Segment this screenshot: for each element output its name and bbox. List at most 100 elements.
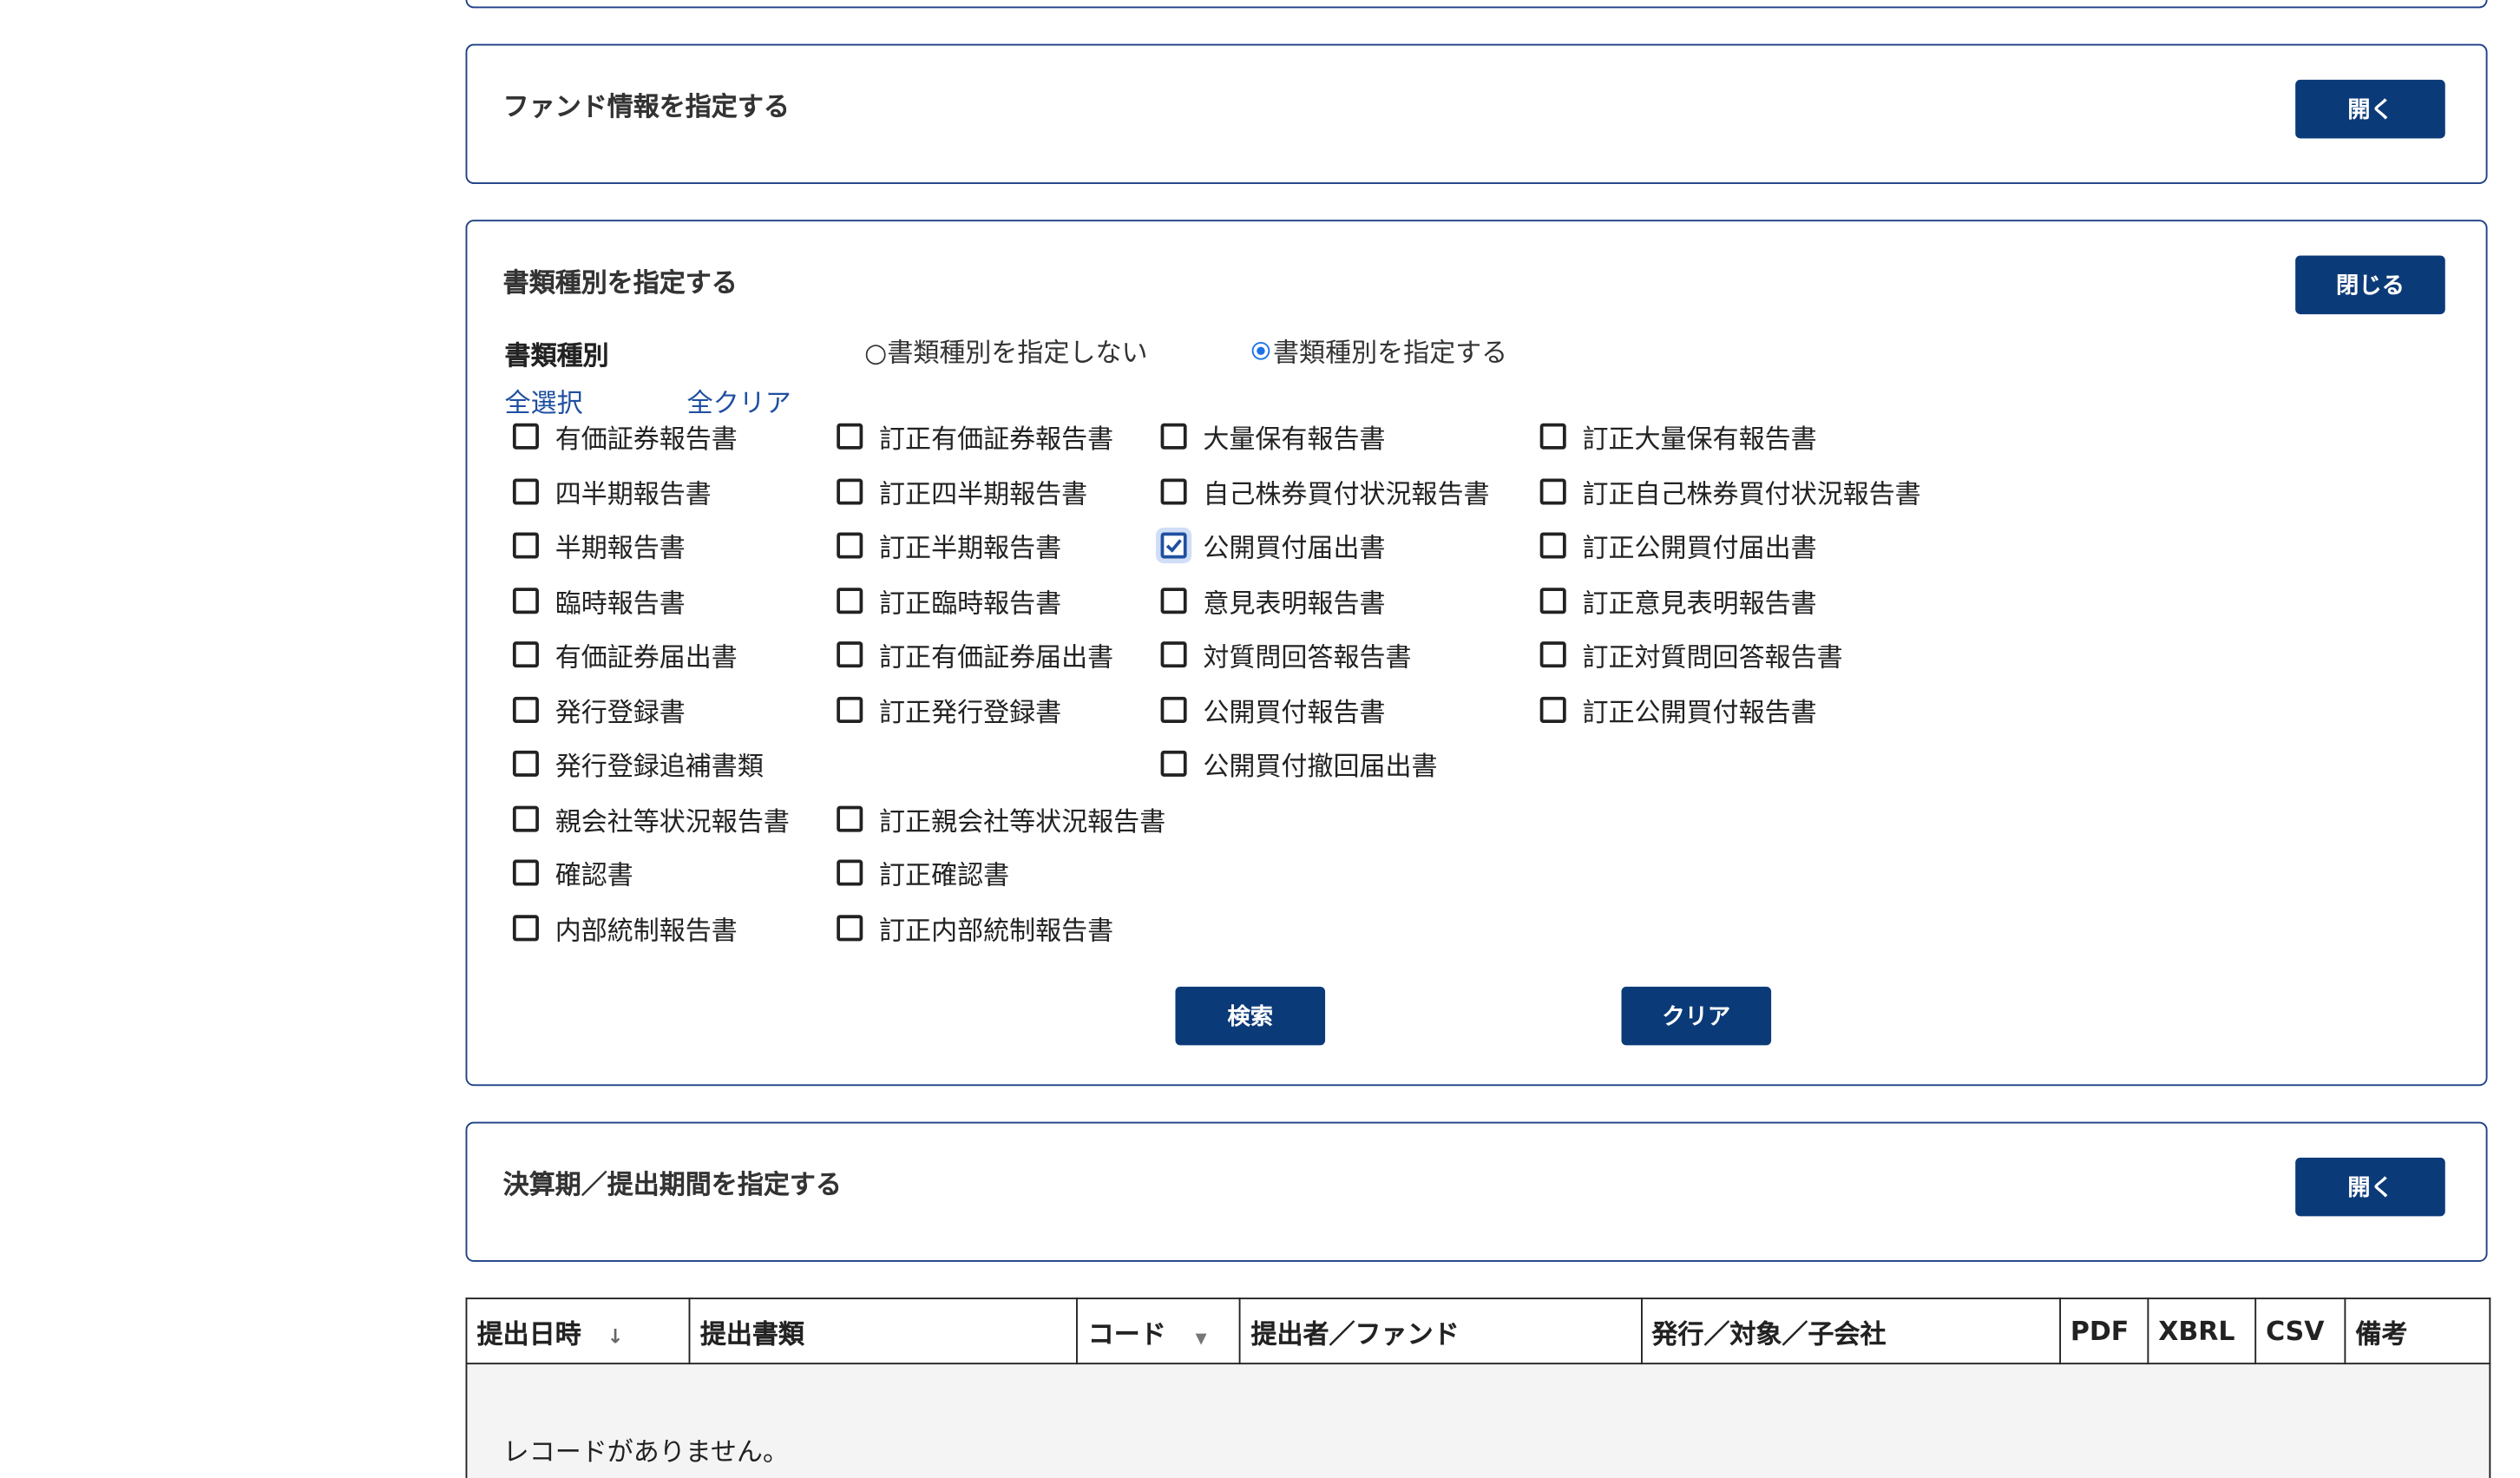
doc-type-checkbox[interactable]: 公開買付報告書 bbox=[1160, 689, 1386, 728]
checkbox-icon[interactable] bbox=[512, 641, 539, 668]
doc-type-checkbox[interactable]: 訂正臨時報告書 bbox=[837, 581, 1061, 620]
radio-specify-doc-type[interactable]: 書類種別を指定する bbox=[1251, 331, 1508, 370]
doc-type-checkbox[interactable]: 訂正発行登録書 bbox=[837, 689, 1061, 728]
previous-panel bbox=[465, 0, 2488, 9]
doc-type-checkbox-label: 訂正自己株券買付状況報告書 bbox=[1582, 477, 1921, 509]
checkbox-icon[interactable] bbox=[1160, 695, 1187, 723]
period-panel: 決算期／提出期間を指定する 開く bbox=[465, 1121, 2488, 1262]
checkbox-icon[interactable] bbox=[1539, 695, 1566, 723]
doc-type-checkbox-label: 訂正内部統制報告書 bbox=[879, 914, 1114, 946]
doc-type-checkbox[interactable]: 発行登録追補書類 bbox=[512, 744, 764, 783]
doc-type-checkbox[interactable]: 確認書 bbox=[512, 853, 633, 892]
doc-type-checkbox[interactable]: 訂正四半期報告書 bbox=[837, 471, 1087, 510]
doc-type-checkbox[interactable]: 訂正意見表明報告書 bbox=[1539, 581, 1817, 620]
checkbox-icon[interactable] bbox=[1539, 477, 1566, 504]
checkbox-icon[interactable] bbox=[512, 477, 539, 504]
doc-type-checkbox-label: 訂正半期報告書 bbox=[879, 532, 1062, 564]
doc-type-checkbox[interactable]: 訂正公開買付報告書 bbox=[1539, 689, 1817, 728]
checkbox-icon[interactable] bbox=[1160, 477, 1187, 504]
checkbox-icon[interactable] bbox=[1539, 532, 1566, 559]
period-panel-open-button[interactable]: 開く bbox=[2295, 1157, 2445, 1217]
header-submission-datetime[interactable]: 提出日時 ↓ bbox=[465, 1297, 691, 1365]
checkbox-icon[interactable] bbox=[1160, 587, 1187, 614]
doc-type-checkbox[interactable]: 四半期報告書 bbox=[512, 471, 712, 510]
checkbox-icon[interactable] bbox=[837, 695, 863, 723]
doc-type-checkbox[interactable]: 親会社等状況報告書 bbox=[512, 798, 790, 838]
doc-type-checkbox[interactable]: 公開買付撤回届出書 bbox=[1160, 744, 1438, 783]
select-all-link[interactable]: 全選択 bbox=[505, 381, 583, 420]
checkbox-icon[interactable] bbox=[512, 914, 539, 941]
radio-no-doc-type[interactable]: ○書類種別を指定しない bbox=[864, 331, 1147, 370]
checkbox-icon[interactable] bbox=[512, 532, 539, 559]
doc-type-checkbox-label: 訂正発行登録書 bbox=[879, 695, 1062, 727]
checkbox-icon[interactable] bbox=[1539, 423, 1566, 450]
header-remarks: 備考 bbox=[2344, 1297, 2491, 1365]
doc-type-checkbox[interactable]: 訂正有価証券届出書 bbox=[837, 635, 1113, 674]
doc-type-checkbox[interactable]: 有価証券届出書 bbox=[512, 635, 738, 674]
doc-type-checkbox[interactable]: 有価証券報告書 bbox=[512, 417, 738, 456]
doc-type-checkbox[interactable]: 意見表明報告書 bbox=[1160, 581, 1386, 620]
checkbox-icon[interactable] bbox=[837, 805, 863, 831]
doc-type-checkbox[interactable]: 訂正有価証券報告書 bbox=[837, 417, 1113, 456]
results-table: 提出日時 ↓ 提出書類 コード ▼ 提出者／ファンド 発行／対象／子会社 PDF X… bbox=[465, 1297, 2491, 1478]
checkbox-icon[interactable] bbox=[837, 914, 863, 941]
checkbox-icon[interactable] bbox=[512, 587, 539, 614]
checkbox-icon[interactable] bbox=[1160, 641, 1187, 668]
checkbox-icon[interactable] bbox=[1539, 587, 1566, 614]
checkbox-icon[interactable] bbox=[837, 423, 863, 450]
checkbox-icon[interactable] bbox=[1539, 641, 1566, 668]
checkbox-icon[interactable] bbox=[1160, 750, 1187, 777]
checkmark-icon bbox=[1165, 539, 1182, 553]
clear-button[interactable]: クリア bbox=[1621, 986, 1772, 1046]
checkbox-icon[interactable] bbox=[512, 423, 539, 450]
doc-type-checkbox[interactable]: 半期報告書 bbox=[512, 526, 686, 565]
checkbox-icon[interactable] bbox=[837, 587, 863, 614]
clear-all-link[interactable]: 全クリア bbox=[687, 381, 791, 420]
fund-panel-open-button[interactable]: 開く bbox=[2295, 79, 2445, 139]
checkbox-icon[interactable] bbox=[837, 859, 863, 886]
header-code[interactable]: コード ▼ bbox=[1076, 1297, 1242, 1365]
doc-type-checkbox[interactable]: 訂正自己株券買付状況報告書 bbox=[1539, 471, 1921, 510]
checkbox-icon[interactable] bbox=[837, 477, 863, 504]
checkbox-icon[interactable] bbox=[837, 532, 863, 559]
doc-type-checkbox-label: 半期報告書 bbox=[555, 532, 686, 564]
doc-type-checkbox[interactable]: 臨時報告書 bbox=[512, 581, 686, 620]
doc-type-checkbox[interactable]: 訂正半期報告書 bbox=[837, 526, 1061, 565]
search-button[interactable]: 検索 bbox=[1175, 986, 1326, 1046]
empty-message: レコードがありません。 bbox=[465, 1363, 2491, 1478]
doc-type-checkbox-label: 発行登録書 bbox=[555, 695, 686, 727]
checkbox-icon[interactable] bbox=[512, 859, 539, 886]
doc-type-checkbox-label: 訂正公開買付報告書 bbox=[1582, 695, 1817, 727]
sort-desc-icon[interactable]: ↓ bbox=[607, 1324, 624, 1347]
doc-type-checkbox[interactable]: 内部統制報告書 bbox=[512, 908, 738, 947]
radio-specify-doc-type-label: 書類種別を指定する bbox=[1273, 337, 1508, 368]
doc-type-checkbox-label: 訂正確認書 bbox=[879, 859, 1010, 891]
checkbox-icon[interactable] bbox=[512, 805, 539, 831]
doc-type-checkbox-label: 大量保有報告書 bbox=[1203, 423, 1386, 455]
doc-type-checkbox-label: 対質問回答報告書 bbox=[1203, 641, 1412, 673]
doc-type-panel-title: 書類種別を指定する bbox=[502, 266, 738, 299]
doc-type-checkbox-label: 訂正有価証券報告書 bbox=[879, 423, 1114, 455]
doc-type-checkbox[interactable]: 訂正大量保有報告書 bbox=[1539, 417, 1817, 456]
doc-type-checkbox[interactable]: 訂正公開買付届出書 bbox=[1539, 526, 1817, 565]
doc-type-checkbox-label: 訂正有価証券届出書 bbox=[879, 641, 1114, 673]
header-csv: CSV bbox=[2254, 1297, 2346, 1365]
code-filter-dropdown-icon[interactable]: ▼ bbox=[1196, 1331, 1207, 1348]
checkbox-icon[interactable] bbox=[512, 695, 539, 723]
doc-type-checkbox[interactable]: 対質問回答報告書 bbox=[1160, 635, 1412, 674]
checkbox-checked-icon[interactable] bbox=[1160, 532, 1187, 559]
doc-type-checkbox[interactable]: 訂正内部統制報告書 bbox=[837, 908, 1113, 947]
doc-type-checkbox[interactable]: 発行登録書 bbox=[512, 689, 686, 728]
doc-type-checkbox[interactable]: 自己株券買付状況報告書 bbox=[1160, 471, 1490, 510]
checkbox-icon[interactable] bbox=[837, 641, 863, 668]
doc-type-checkbox-label: 親会社等状況報告書 bbox=[555, 805, 790, 837]
doc-type-checkbox[interactable]: 訂正確認書 bbox=[837, 853, 1009, 892]
doc-type-checkbox[interactable]: 訂正親会社等状況報告書 bbox=[837, 798, 1165, 838]
checkbox-icon[interactable] bbox=[512, 750, 539, 777]
doc-type-checkbox[interactable]: 大量保有報告書 bbox=[1160, 417, 1386, 456]
header-xbrl: XBRL bbox=[2147, 1297, 2256, 1365]
doc-type-checkbox[interactable]: 訂正対質問回答報告書 bbox=[1539, 635, 1843, 674]
doc-type-panel-close-button[interactable]: 閉じる bbox=[2295, 255, 2445, 315]
doc-type-checkbox[interactable]: 公開買付届出書 bbox=[1160, 526, 1386, 565]
checkbox-icon[interactable] bbox=[1160, 423, 1187, 450]
